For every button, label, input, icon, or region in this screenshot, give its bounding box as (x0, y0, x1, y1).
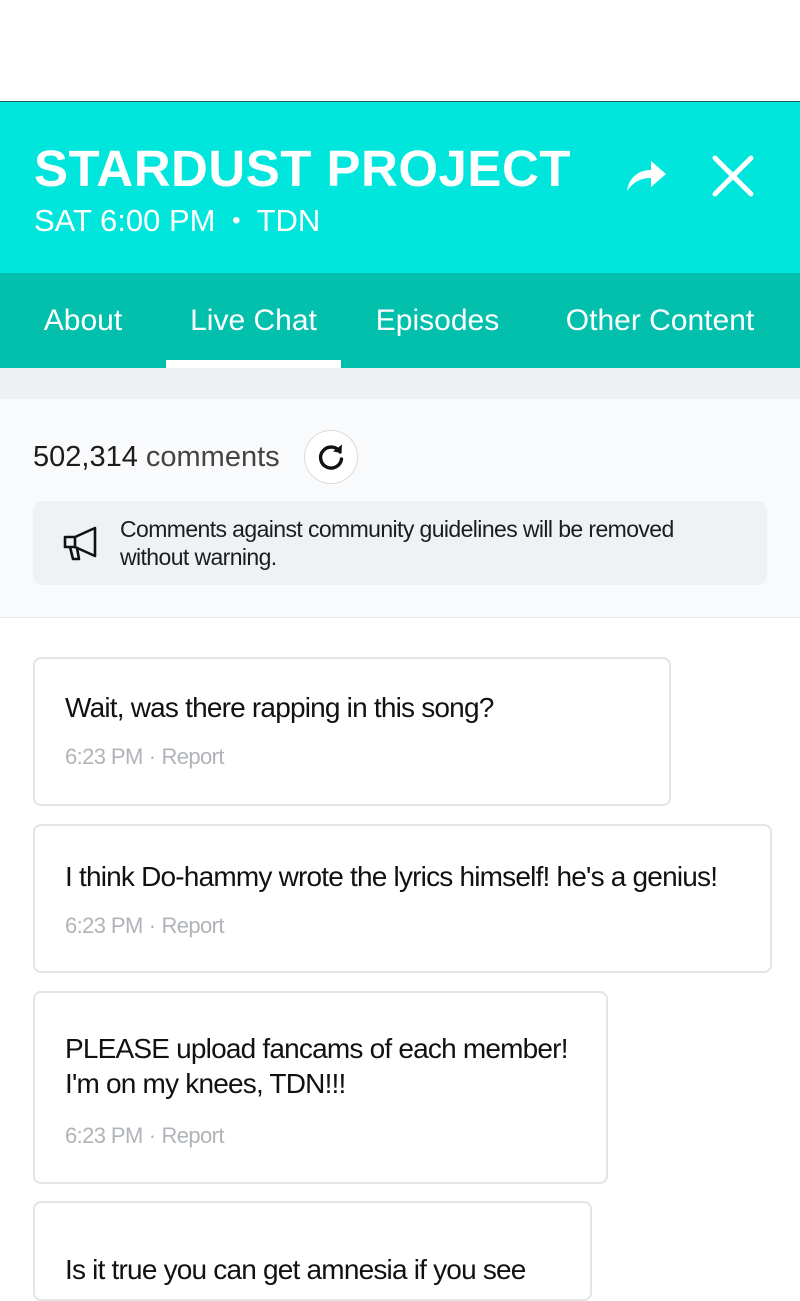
comment-bubble: I think Do-hammy wrote the lyrics himsel… (33, 824, 772, 973)
comment-text: I think Do-hammy wrote the lyrics himsel… (65, 861, 718, 892)
comment-time: 6:23 PM (65, 913, 143, 938)
schedule-separator: • (232, 207, 241, 234)
close-icon (712, 155, 754, 197)
comment-text: Wait, was there rapping in this song? (65, 692, 494, 723)
active-tab-indicator (166, 360, 341, 368)
comment-meta: 6:23 PM · Report (65, 1123, 225, 1149)
notice-text: Comments against community guidelines wi… (120, 516, 674, 570)
show-title: STARDUST PROJECT (34, 140, 571, 197)
report-link[interactable]: Report (161, 744, 224, 769)
tab-other-content[interactable]: Other Content (534, 273, 786, 368)
report-link[interactable]: Report (161, 1123, 224, 1148)
comment-bubble: Wait, was there rapping in this song? 6:… (33, 657, 671, 806)
meta-separator: · (148, 1123, 156, 1148)
comment-count-label: comments (145, 441, 280, 473)
tab-live-chat[interactable]: Live Chat (166, 273, 341, 368)
comment-bubble: Is it true you can get amnesia if you se… (33, 1201, 592, 1301)
comment-meta: 6:23 PM · Report (65, 913, 225, 939)
network-name: TDN (256, 203, 321, 238)
meta-separator: · (148, 744, 156, 769)
refresh-button[interactable] (304, 430, 358, 484)
comment-count-number: 502,314 (33, 441, 138, 473)
report-link[interactable]: Report (161, 913, 224, 938)
comment-text: PLEASE upload fancams of each member! I'… (65, 1033, 569, 1099)
guidelines-notice: Comments against community guidelines wi… (33, 501, 767, 585)
divider-strip (0, 368, 800, 399)
show-header: STARDUST PROJECT SAT 6:00 PM • TDN (0, 102, 800, 273)
comment-time: 6:23 PM (65, 1123, 143, 1148)
refresh-icon (318, 444, 344, 470)
close-button[interactable] (703, 146, 763, 206)
share-arrow-icon (627, 161, 666, 191)
meta-separator: · (148, 913, 156, 938)
share-button[interactable] (616, 146, 676, 206)
comment-feed[interactable]: Wait, was there rapping in this song? 6:… (0, 618, 800, 1301)
comment-bubble: PLEASE upload fancams of each member! I'… (33, 991, 608, 1184)
tab-bar: About Live Chat Episodes Other Content (0, 273, 800, 368)
comment-time: 6:23 PM (65, 744, 143, 769)
comment-count: 502,314 comments (33, 441, 280, 474)
comment-text: Is it true you can get amnesia if you se… (65, 1254, 526, 1285)
status-bar-area (0, 0, 800, 102)
megaphone-icon (63, 526, 97, 561)
chat-info: 502,314 comments Comments against commun… (0, 399, 800, 618)
show-schedule: SAT 6:00 PM • TDN (34, 203, 320, 239)
schedule-time: SAT 6:00 PM (34, 203, 216, 238)
comment-meta: 6:23 PM · Report (65, 744, 225, 770)
tab-episodes[interactable]: Episodes (341, 273, 534, 368)
tab-about[interactable]: About (0, 273, 166, 368)
